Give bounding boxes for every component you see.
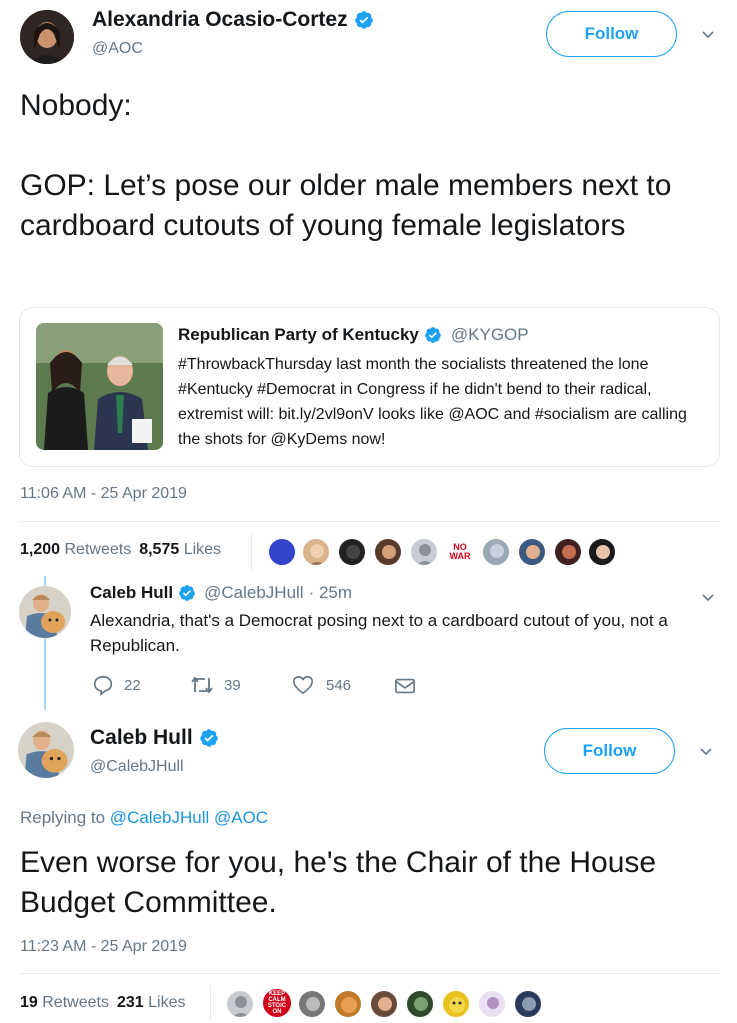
- quoted-tweet-image[interactable]: [36, 323, 163, 450]
- retweets-count[interactable]: 1,200 Retweets: [20, 541, 131, 559]
- retweet-count: 39: [224, 676, 241, 694]
- follow-button-aoc[interactable]: Follow: [546, 11, 677, 57]
- verified-badge-icon: [179, 585, 195, 601]
- liker-avatar[interactable]: [518, 538, 546, 566]
- quote-handle[interactable]: @KYGOP: [451, 325, 529, 345]
- verified-badge-icon: [199, 729, 218, 747]
- liker-avatar[interactable]: [302, 538, 330, 566]
- divider: [20, 521, 720, 522]
- aoc-display-name[interactable]: Alexandria Ocasio-Cortez: [92, 8, 348, 32]
- liker-avatar[interactable]: [268, 538, 296, 566]
- liker-avatar[interactable]: [338, 538, 366, 566]
- envelope-icon: [395, 678, 415, 694]
- reply-icon: [93, 675, 113, 696]
- retweets-count[interactable]: 19 Retweets: [20, 994, 109, 1012]
- divider: [20, 973, 720, 974]
- tweet2-handle[interactable]: @CalebJHull: [90, 758, 184, 776]
- liker-avatar[interactable]: [410, 538, 438, 566]
- chevron-down-icon[interactable]: [698, 743, 714, 762]
- retweet-action[interactable]: 39: [190, 674, 241, 696]
- no-war-badge: NO WAR: [449, 542, 471, 561]
- liker-avatar[interactable]: [588, 538, 616, 566]
- reply-count: 22: [124, 676, 141, 694]
- liker-avatar[interactable]: [374, 538, 402, 566]
- liker-avatar[interactable]: [334, 990, 362, 1018]
- reply-action[interactable]: 22: [92, 674, 141, 696]
- quote-display-name[interactable]: Republican Party of Kentucky: [178, 325, 419, 345]
- tweet-timestamp[interactable]: 11:06 AM - 25 Apr 2019: [20, 485, 187, 503]
- liker-avatar[interactable]: [554, 538, 582, 566]
- liker-avatar[interactable]: [478, 990, 506, 1018]
- quote-text: #ThrowbackThursday last month the social…: [178, 356, 687, 448]
- liker-avatar[interactable]: [370, 990, 398, 1018]
- like-count: 546: [326, 676, 352, 694]
- liker-avatar-keep-calm[interactable]: KEEP CALM STOIC ON: [262, 988, 292, 1018]
- retweet-icon: [191, 676, 213, 694]
- liker-avatar[interactable]: [226, 990, 254, 1018]
- replying-to: Replying to @CalebJHull @AOC: [20, 808, 269, 827]
- heart-icon: [293, 675, 313, 695]
- liker-avatar-no-war[interactable]: NO WAR: [446, 538, 474, 566]
- reply-text: Alexandria, that's a Democrat posing nex…: [90, 611, 668, 655]
- reply-display-name[interactable]: Caleb Hull: [90, 583, 173, 603]
- direct-message-action[interactable]: [394, 676, 416, 696]
- tweet-text-line-1: Nobody:: [20, 89, 132, 122]
- keep-calm-badge: KEEP CALM STOIC ON: [267, 991, 287, 1015]
- tweet2-text: Even worse for you, he's the Chair of th…: [20, 846, 657, 919]
- liker-avatar[interactable]: [514, 990, 542, 1018]
- follow-button-caleb[interactable]: Follow: [544, 728, 675, 774]
- liker-avatar[interactable]: [298, 990, 326, 1018]
- tweet-text-paragraph-2: GOP: Let’s pose our older male members n…: [20, 169, 672, 242]
- liker-avatar[interactable]: [406, 990, 434, 1018]
- aoc-handle[interactable]: @AOC: [92, 40, 143, 58]
- like-action[interactable]: 546: [292, 674, 351, 696]
- caleb-avatar[interactable]: [18, 722, 74, 778]
- verified-badge-icon: [425, 327, 441, 343]
- tweet2-timestamp[interactable]: 11:23 AM - 25 Apr 2019: [20, 938, 187, 956]
- liker-avatar[interactable]: [442, 990, 470, 1018]
- liker-avatar[interactable]: [482, 538, 510, 566]
- stats-separator: [210, 985, 211, 1021]
- reply-time[interactable]: · 25m: [309, 583, 352, 603]
- aoc-avatar[interactable]: [20, 10, 74, 64]
- chevron-down-icon[interactable]: [700, 26, 716, 45]
- caleb-avatar[interactable]: [19, 586, 71, 638]
- replying-to-users[interactable]: @CalebJHull @AOC: [110, 808, 268, 827]
- tweet2-display-name[interactable]: Caleb Hull: [90, 726, 193, 750]
- chevron-down-icon[interactable]: [700, 589, 716, 608]
- likes-count[interactable]: 231 Likes: [117, 994, 186, 1012]
- verified-badge-icon: [354, 11, 373, 29]
- likes-count[interactable]: 8,575 Likes: [139, 541, 221, 559]
- stats-separator: [251, 533, 252, 571]
- reply-handle[interactable]: @CalebJHull: [204, 583, 303, 603]
